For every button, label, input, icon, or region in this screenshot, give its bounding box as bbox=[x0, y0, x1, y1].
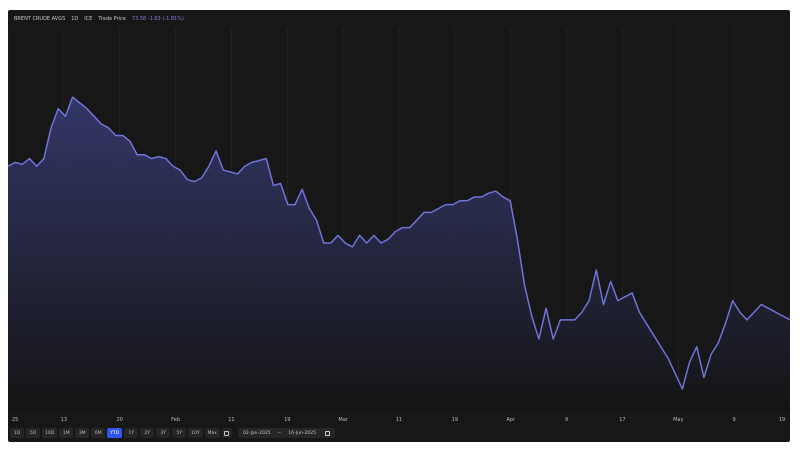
x-axis-tick-label: 11 bbox=[228, 417, 234, 423]
range-button-label: 3Y bbox=[160, 430, 166, 436]
range-button-label: 10D bbox=[45, 430, 55, 436]
range-button-label: 1D bbox=[13, 430, 21, 436]
range-button-label: 10Y bbox=[191, 430, 200, 436]
trade-value: 73.58 -1.63 (-1.81%) bbox=[131, 16, 184, 22]
range-button-label: 5D bbox=[29, 430, 37, 436]
chart-frame: 25 13 20 Feb 11 19 Mar 11 19 Apr 9 17 May 9 19 BRENT C… bbox=[8, 10, 790, 442]
range-button-6m[interactable]: 6M bbox=[91, 428, 106, 438]
x-axis-tick-label: May bbox=[673, 417, 683, 423]
date-to: 16-Jun-2025 bbox=[288, 430, 316, 436]
range-button-label: 2Y bbox=[144, 430, 150, 436]
x-axis-tick-label: Apr bbox=[506, 417, 516, 423]
range-button-label: 3M bbox=[78, 430, 86, 436]
range-button-1m[interactable]: 1M bbox=[59, 428, 74, 438]
x-axis-tick-label: 19 bbox=[779, 417, 785, 423]
x-axis-tick-label: 19 bbox=[284, 417, 290, 423]
x-axis-tick-label: 13 bbox=[61, 417, 67, 423]
calendar-icon bbox=[324, 430, 330, 436]
x-axis-tick-label: 9 bbox=[733, 417, 736, 423]
x-axis-tick-label: 11 bbox=[396, 417, 402, 423]
calendar-button[interactable] bbox=[221, 428, 232, 438]
chart-header: BRENT CRUDE AVGS 1D ICE Trade Price 73.5… bbox=[14, 13, 184, 25]
range-button-label: 5Y bbox=[176, 430, 182, 436]
x-axis-tick-label: Mar bbox=[338, 417, 348, 423]
range-button-label: Max bbox=[207, 430, 217, 436]
range-button-label: 1Y bbox=[128, 430, 134, 436]
range-button-1y[interactable]: 1Y bbox=[124, 428, 139, 438]
range-button-3y[interactable]: 3Y bbox=[156, 428, 171, 438]
range-button-label: 1M bbox=[62, 430, 70, 436]
chart-plot-area: 25 13 20 Feb 11 19 Mar 11 19 Apr 9 17 May 9 19 bbox=[8, 10, 790, 442]
trade-label: Trade Price bbox=[98, 16, 126, 22]
range-button-3m[interactable]: 3M bbox=[75, 428, 90, 438]
calendar-icon bbox=[224, 430, 230, 436]
interval-label: 1D bbox=[71, 16, 79, 22]
x-axis-tick-label: 17 bbox=[619, 417, 625, 423]
x-axis-tick-label: Feb bbox=[171, 417, 180, 423]
chart-toolbar: 1D 5D 10D 1M 3M 6M YTD 1Y 2Y 3Y 5Y 10Y M… bbox=[10, 426, 335, 440]
date-from: 02-Jan-2025 bbox=[242, 430, 271, 436]
range-button-label: 6M bbox=[94, 430, 102, 436]
range-button-5y[interactable]: 5Y bbox=[172, 428, 187, 438]
date-range-picker[interactable]: 02-Jan-2025 ~ 16-Jun-2025 bbox=[237, 428, 335, 438]
x-axis-tick-label: 9 bbox=[565, 417, 568, 423]
x-axis-tick-label: 19 bbox=[452, 417, 458, 423]
range-button-max[interactable]: Max bbox=[204, 428, 220, 438]
range-button-1d[interactable]: 1D bbox=[10, 428, 24, 438]
x-axis-tick-label: 25 bbox=[12, 417, 18, 423]
range-button-10y[interactable]: 10Y bbox=[188, 428, 203, 438]
range-button-10d[interactable]: 10D bbox=[42, 428, 58, 438]
area-chart-svg: 25 13 20 Feb 11 19 Mar 11 19 Apr 9 17 May 9 19 bbox=[8, 28, 790, 423]
range-button-ytd[interactable]: YTD bbox=[107, 428, 123, 438]
range-button-5d[interactable]: 5D bbox=[26, 428, 40, 438]
exchange-label: ICE bbox=[84, 16, 93, 22]
x-axis-tick-label: 20 bbox=[117, 417, 123, 423]
range-button-label: YTD bbox=[110, 430, 120, 436]
range-button-2y[interactable]: 2Y bbox=[140, 428, 155, 438]
instrument-name: BRENT CRUDE AVGS bbox=[14, 16, 66, 22]
date-separator: ~ bbox=[277, 430, 282, 436]
